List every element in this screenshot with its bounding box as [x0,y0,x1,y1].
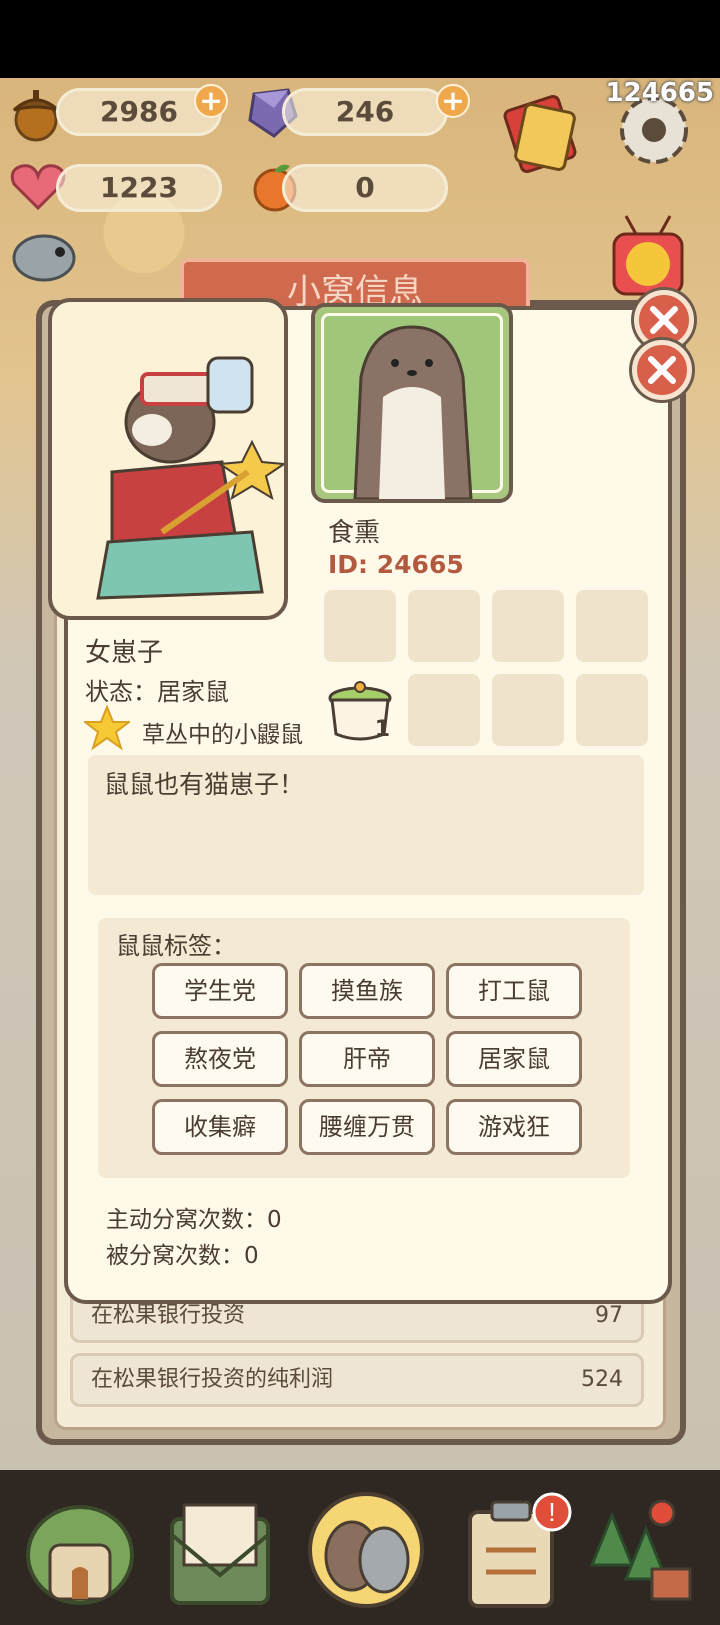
mail-icon [170,1503,270,1605]
gift-card-icon[interactable] [498,88,588,182]
item-slot-pot[interactable]: 1 [324,674,396,746]
clipboard-icon: ! [468,1492,572,1608]
character-portrait [48,298,288,620]
item-slot[interactable] [492,674,564,746]
close-icon [650,306,678,334]
active-move-count: 主动分窝次数：0 [106,1207,282,1233]
item-slot[interactable] [576,590,648,662]
add-gems-button[interactable]: + [436,84,470,118]
tag-button[interactable]: 肝帝 [299,1031,435,1087]
bank-profit-label: 在松果银行投资的纯利润 [91,1367,334,1392]
badge-label: 草丛中的小鼹鼠 [142,722,303,748]
avatar [311,303,513,503]
item-slot[interactable] [492,590,564,662]
pot-count: 1 [374,717,390,742]
nav-friends-button[interactable] [306,1490,426,1610]
star-icon [82,704,132,751]
nav-map-button[interactable] [582,1495,702,1615]
otter-avatar-icon [353,325,473,499]
otter-costume-icon [96,356,284,600]
passive-move-count: 被分窝次数：0 [106,1243,259,1269]
gem-counter: 246 [282,88,448,136]
nav-tasks-button[interactable]: ! [456,1490,576,1610]
item-slot[interactable] [408,674,480,746]
friends-icon [308,1492,424,1608]
heart-counter: 1223 [56,164,222,212]
tv-mascot-icon[interactable] [606,212,690,306]
tag-button[interactable]: 腰缠万贯 [299,1099,435,1155]
player-id: ID: 24665 [328,550,464,579]
item-slot[interactable] [408,590,480,662]
close-button[interactable] [632,340,692,400]
add-acorns-button[interactable]: + [194,84,228,118]
item-slot[interactable] [576,674,648,746]
bank-profit-row: 在松果银行投资的纯利润 524 [70,1353,644,1407]
close-icon [648,356,676,384]
tag-button[interactable]: 收集癖 [152,1099,288,1155]
tag-button[interactable]: 学生党 [152,963,288,1019]
bird-icon [6,226,82,290]
map-icon [589,1499,692,1601]
item-slot[interactable] [324,590,396,662]
tag-button[interactable]: 摸鱼族 [299,963,435,1019]
bank-invest-label: 在松果银行投资 [91,1303,246,1328]
tag-button[interactable]: 熬夜党 [152,1031,288,1087]
player-nickname: 食熏 [328,518,381,548]
player-title: 女崽子 [85,638,164,668]
tag-button[interactable]: 居家鼠 [446,1031,582,1087]
status-bar [0,0,720,78]
nav-home-button[interactable] [20,1495,140,1615]
tag-button[interactable]: 游戏狂 [446,1099,582,1155]
svg-text:!: ! [548,1497,555,1527]
tags-label: 鼠鼠标签： [116,932,236,960]
player-id-label: 124665 [605,78,714,108]
tag-button[interactable]: 打工鼠 [446,963,582,1019]
tree-house-icon [26,1505,134,1605]
motto-text: 鼠鼠也有猫崽子！ [104,770,305,799]
bank-profit-value: 524 [581,1367,623,1392]
player-state: 状态：居家鼠 [85,678,229,706]
nav-mail-button[interactable] [160,1495,280,1615]
orange-counter: 0 [282,164,448,212]
